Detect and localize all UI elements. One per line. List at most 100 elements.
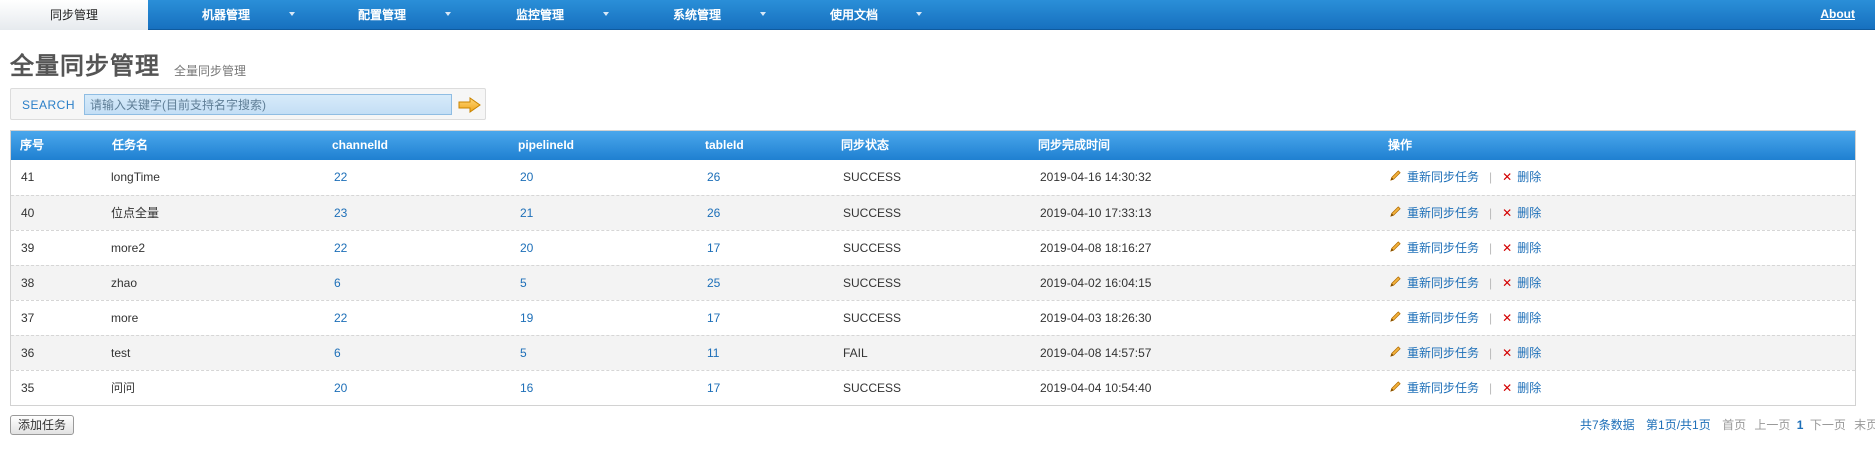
first-page-link[interactable]: 首页 — [1722, 418, 1746, 432]
nav-label: 系统管理 — [673, 8, 722, 22]
channel-id-link[interactable]: 6 — [334, 266, 341, 301]
nav-label: 配置管理 — [358, 8, 407, 22]
resync-task-link[interactable]: 重新同步任务 — [1407, 170, 1479, 184]
page-title: 全量同步管理 — [10, 53, 160, 80]
column-header-table: tableId — [705, 138, 744, 152]
status-text: SUCCESS — [843, 206, 902, 220]
finish-time: 2019-04-08 18:16:27 — [1040, 241, 1152, 255]
table-id-link[interactable]: 17 — [707, 301, 720, 336]
delete-icon: ✕ — [1502, 311, 1513, 325]
pipeline-id-link[interactable]: 19 — [520, 301, 533, 336]
delete-link[interactable]: 删除 — [1517, 241, 1541, 255]
resync-task-link[interactable]: 重新同步任务 — [1407, 311, 1479, 325]
channel-id-link[interactable]: 20 — [334, 371, 347, 406]
pencil-icon — [1390, 241, 1401, 252]
table-row: 38 zhao 6 5 25 SUCCESS 2019-04-02 16:04:15 重新同步… — [11, 265, 1855, 300]
pencil-icon — [1390, 346, 1401, 357]
pencil-icon — [1390, 276, 1401, 287]
pencil-icon — [1390, 311, 1401, 322]
finish-time: 2019-04-16 14:30:32 — [1040, 170, 1152, 184]
status-text: SUCCESS — [843, 381, 902, 395]
nav-item-machines[interactable]: 机器管理 — [148, 0, 305, 30]
chevron-down-icon — [445, 12, 451, 16]
about-link[interactable]: About — [1820, 0, 1855, 30]
resync-task-link[interactable]: 重新同步任务 — [1407, 346, 1479, 360]
current-page[interactable]: 1 — [1797, 418, 1804, 432]
row-actions: 重新同步任务 | ✕ 删除 — [1389, 266, 1541, 301]
cell-id: 35 — [21, 381, 35, 395]
status-text: FAIL — [843, 346, 868, 360]
finish-time: 2019-04-04 10:54:40 — [1040, 381, 1152, 395]
cell-task-name: more2 — [111, 241, 146, 255]
cell-task-name: 问问 — [111, 381, 136, 395]
channel-id-link[interactable]: 23 — [334, 196, 347, 231]
pipeline-id-link[interactable]: 21 — [520, 196, 533, 231]
cell-id: 39 — [21, 241, 35, 255]
page-subtitle: 全量同步管理 — [174, 64, 247, 78]
table-row: 36 test 6 5 11 FAIL 2019-04-08 14:57:57 重新同步任务 |… — [11, 335, 1855, 370]
resync-task-link[interactable]: 重新同步任务 — [1407, 241, 1479, 255]
action-separator: | — [1489, 170, 1493, 184]
search-input[interactable] — [84, 94, 452, 115]
nav-item-system[interactable]: 系统管理 — [619, 0, 776, 30]
table-id-link[interactable]: 17 — [707, 371, 720, 406]
nav-item-config[interactable]: 配置管理 — [305, 0, 462, 30]
nav-label: 同步管理 — [49, 8, 98, 22]
channel-id-link[interactable]: 22 — [334, 231, 347, 266]
pipeline-id-link[interactable]: 20 — [520, 231, 533, 266]
channel-id-link[interactable]: 22 — [334, 301, 347, 336]
pencil-icon — [1390, 206, 1401, 217]
table-row: 39 more2 22 20 17 SUCCESS 2019-04-08 18:16:27 重… — [11, 230, 1855, 265]
action-separator: | — [1489, 206, 1493, 220]
channel-id-link[interactable]: 22 — [334, 160, 347, 195]
cell-task-name: longTime — [111, 170, 160, 184]
pipeline-id-link[interactable]: 5 — [520, 336, 527, 371]
nav-item-monitor[interactable]: 监控管理 — [462, 0, 619, 30]
column-header-finish-time: 同步完成时间 — [1038, 138, 1111, 152]
delete-link[interactable]: 删除 — [1517, 381, 1541, 395]
table-id-link[interactable]: 26 — [707, 196, 720, 231]
table-id-link[interactable]: 25 — [707, 266, 720, 301]
resync-task-link[interactable]: 重新同步任务 — [1407, 206, 1479, 220]
last-page-link[interactable]: 末页 — [1854, 418, 1875, 432]
delete-link[interactable]: 删除 — [1517, 276, 1541, 290]
resync-task-link[interactable]: 重新同步任务 — [1407, 381, 1479, 395]
next-page-link[interactable]: 下一页 — [1810, 418, 1846, 432]
chevron-down-icon — [916, 12, 922, 16]
resync-task-link[interactable]: 重新同步任务 — [1407, 276, 1479, 290]
delete-link[interactable]: 删除 — [1517, 311, 1541, 325]
table-header: 序号 任务名 channelId pipelineId tableId 同步状态… — [11, 131, 1855, 160]
delete-link[interactable]: 删除 — [1517, 346, 1541, 360]
nav-item-sync[interactable]: 同步管理 — [0, 0, 148, 30]
column-header-pipeline: pipelineId — [518, 138, 575, 152]
table-id-link[interactable]: 11 — [707, 336, 719, 371]
column-header-channel: channelId — [332, 138, 389, 152]
prev-page-link[interactable]: 上一页 — [1754, 418, 1790, 432]
search-bar: SEARCH — [10, 88, 486, 120]
table-row: 40 位点全量 23 21 26 SUCCESS 2019-04-10 17:33:13 重新… — [11, 195, 1855, 230]
finish-time: 2019-04-03 18:26:30 — [1040, 311, 1152, 325]
pagination: 共7条数据 第1页/共1页 首页 上一页 1 下一页 末页 — [1580, 417, 1875, 433]
delete-icon: ✕ — [1502, 346, 1513, 360]
cell-id: 40 — [21, 206, 35, 220]
table-row: 37 more 22 19 17 SUCCESS 2019-04-03 18:26:30 重新… — [11, 300, 1855, 335]
pipeline-id-link[interactable]: 5 — [520, 266, 527, 301]
row-actions: 重新同步任务 | ✕ 删除 — [1389, 160, 1541, 195]
arrow-right-icon[interactable] — [458, 97, 482, 113]
delete-icon: ✕ — [1502, 276, 1513, 290]
pencil-icon — [1390, 170, 1401, 181]
chevron-down-icon — [760, 12, 766, 16]
search-label: SEARCH — [22, 98, 76, 112]
pipeline-id-link[interactable]: 16 — [520, 371, 533, 406]
cell-id: 41 — [21, 170, 35, 184]
delete-link[interactable]: 删除 — [1517, 206, 1541, 220]
channel-id-link[interactable]: 6 — [334, 336, 341, 371]
total-count: 共7条数据 — [1580, 418, 1635, 432]
nav-item-docs[interactable]: 使用文档 — [776, 0, 933, 30]
add-task-button[interactable]: 添加任务 — [10, 415, 74, 435]
delete-icon: ✕ — [1502, 241, 1513, 255]
table-id-link[interactable]: 17 — [707, 231, 720, 266]
delete-link[interactable]: 删除 — [1517, 170, 1541, 184]
pipeline-id-link[interactable]: 20 — [520, 160, 533, 195]
table-id-link[interactable]: 26 — [707, 160, 720, 195]
